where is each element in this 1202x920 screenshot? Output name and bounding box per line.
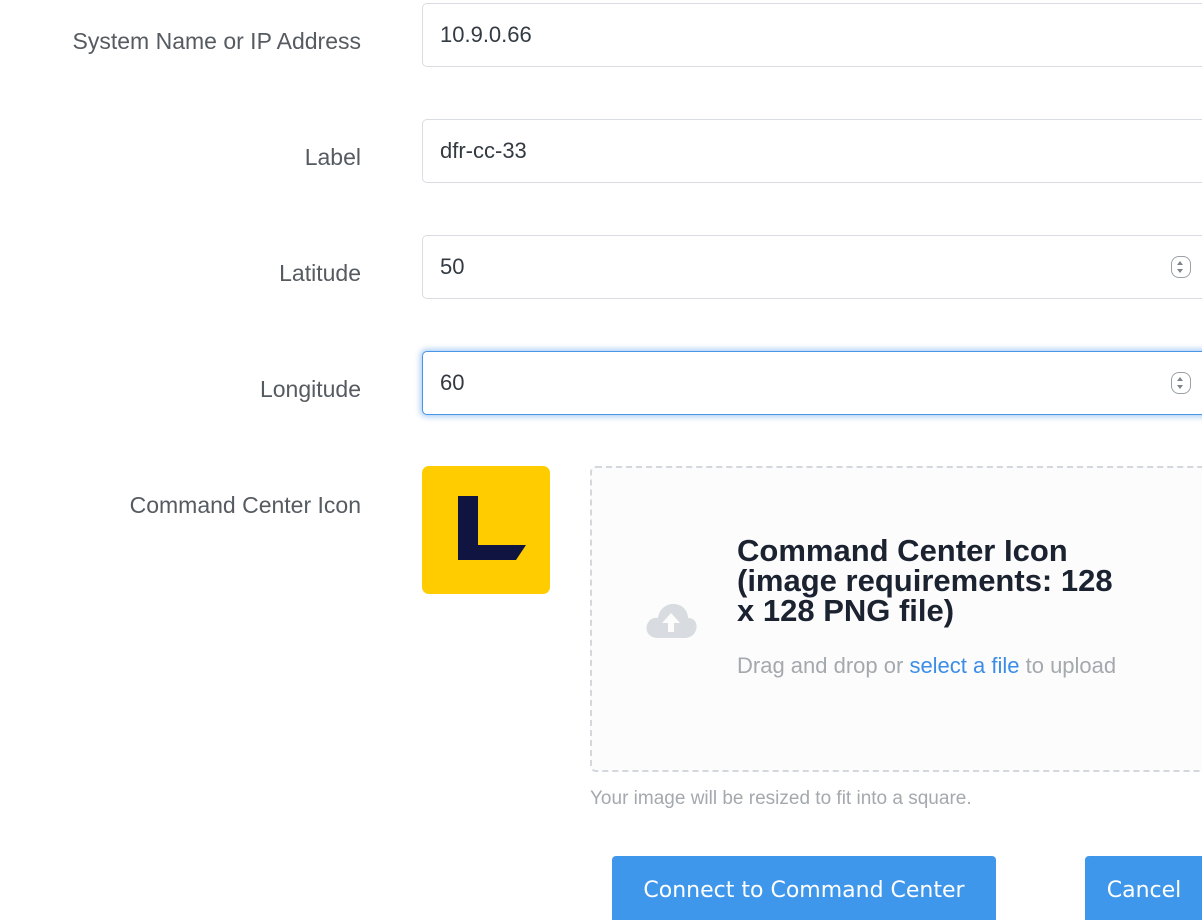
command-center-icon-label: Command Center Icon <box>129 492 361 518</box>
longitude-stepper-icon[interactable] <box>1171 372 1191 394</box>
latitude-stepper-icon[interactable] <box>1171 256 1191 278</box>
resize-hint: Your image will be resized to fit into a… <box>590 788 972 809</box>
label-field-label: Label <box>304 144 361 170</box>
logo-l-icon <box>458 496 526 560</box>
select-file-link[interactable]: select a file <box>909 653 1019 678</box>
latitude-value: 50 <box>440 254 465 279</box>
dropzone-text-after: to upload <box>1019 653 1117 678</box>
label-value: dfr-cc-33 <box>440 138 527 163</box>
command-center-icon-preview <box>422 466 550 594</box>
label-input[interactable]: dfr-cc-33 <box>422 119 1202 183</box>
longitude-value: 60 <box>440 370 465 395</box>
system-name-label: System Name or IP Address <box>72 28 361 54</box>
command-center-form: System Name or IP Address 10.9.0.66 Labe… <box>0 0 1202 920</box>
longitude-label: Longitude <box>259 376 361 402</box>
longitude-input[interactable]: 60 <box>422 351 1202 415</box>
dropzone-text-before: Drag and drop or <box>737 653 910 678</box>
system-name-input[interactable]: 10.9.0.66 <box>422 3 1202 67</box>
system-name-value: 10.9.0.66 <box>440 22 532 47</box>
cancel-button[interactable]: Cancel <box>1085 856 1202 920</box>
cloud-upload-icon <box>646 603 697 638</box>
icon-dropzone[interactable]: Command Center Icon (image requirements:… <box>590 466 1202 772</box>
dropzone-title: Command Center Icon (image requirements:… <box>737 533 1113 628</box>
dropzone-instructions: Drag and drop or select a file to upload <box>737 644 1157 688</box>
latitude-input[interactable]: 50 <box>422 235 1202 299</box>
latitude-label: Latitude <box>279 260 361 286</box>
connect-button[interactable]: Connect to Command Center <box>612 856 996 920</box>
